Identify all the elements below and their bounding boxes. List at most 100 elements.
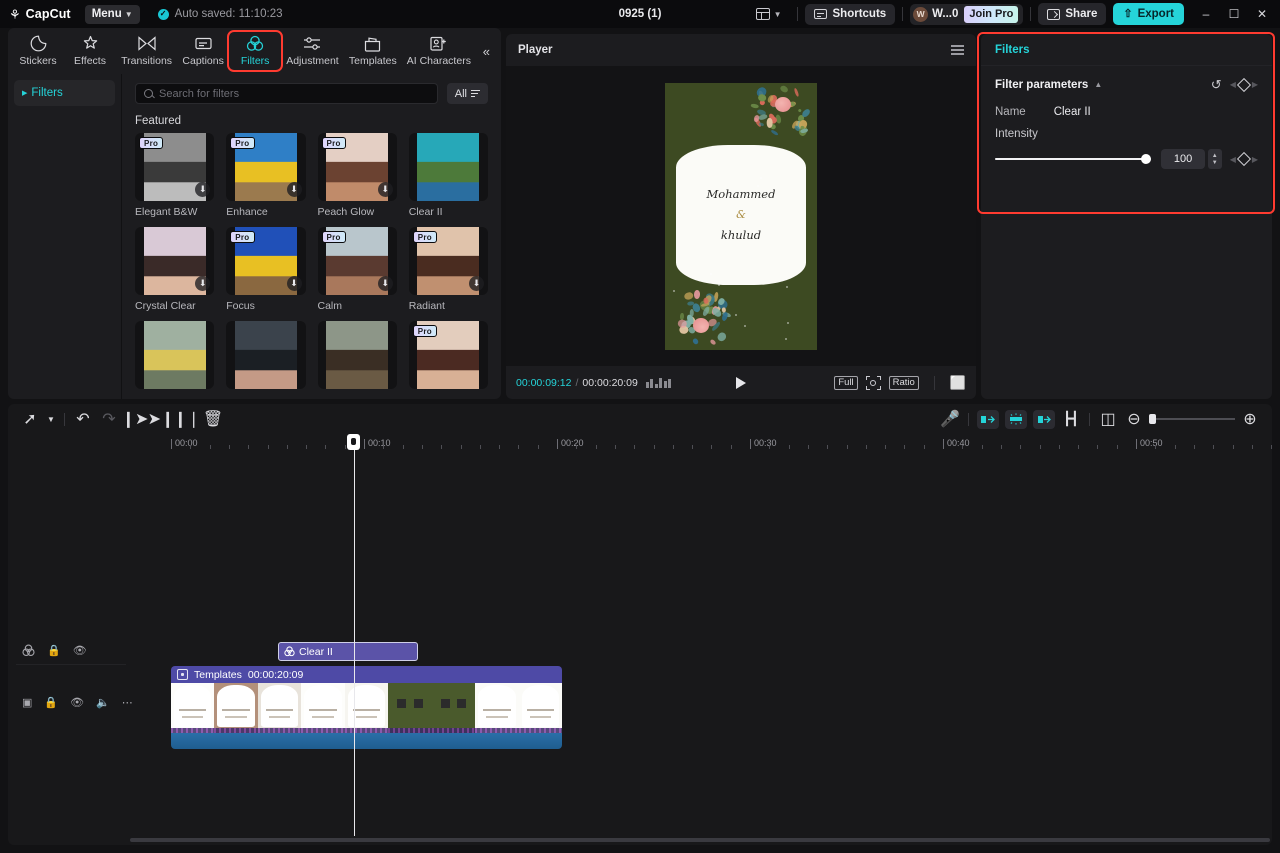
more-icon[interactable]: ⋯: [122, 696, 133, 709]
lock-icon[interactable]: 🔒: [44, 696, 58, 709]
zoom-out-icon[interactable]: ⊖: [1121, 408, 1147, 430]
tab-effects[interactable]: Effects: [64, 32, 116, 70]
video-preview[interactable]: Mohammed & khulud: [665, 83, 817, 350]
filters-icon[interactable]: [22, 644, 35, 657]
account-button[interactable]: W W...0 Join Pro: [910, 4, 1023, 25]
filter-thumbnail[interactable]: Pro⬇: [226, 227, 305, 295]
download-icon[interactable]: ⬇: [287, 276, 302, 291]
zoom-in-icon[interactable]: ⊕: [1237, 408, 1263, 430]
filter-thumbnail[interactable]: ⬇: [135, 227, 214, 295]
timeline-horizontal-scrollbar[interactable]: [130, 838, 1270, 842]
filter-item[interactable]: Clear II: [409, 133, 488, 218]
menu-button[interactable]: Menu ▼: [85, 5, 140, 24]
filter-item[interactable]: Pro⬇Elegant B&W: [135, 133, 214, 218]
keyframe-icon[interactable]: [1237, 152, 1251, 166]
full-quality-button[interactable]: Full: [834, 376, 857, 390]
zoom-preview-icon[interactable]: [866, 376, 881, 390]
undo-icon[interactable]: ↶: [70, 408, 96, 430]
trash-icon[interactable]: 🗑: [200, 408, 226, 430]
filter-thumbnail[interactable]: [135, 321, 214, 389]
filter-item[interactable]: Pro⬇Calm: [318, 227, 397, 312]
player-menu-icon[interactable]: [951, 45, 964, 55]
intensity-stepper[interactable]: ▲▼: [1208, 149, 1222, 169]
filter-item[interactable]: Pro⬇Radiant: [409, 227, 488, 312]
tab-templates[interactable]: Templates: [344, 32, 402, 70]
search-box[interactable]: [135, 83, 438, 104]
filter-clip[interactable]: Clear II: [278, 642, 418, 661]
layout-switch-button[interactable]: ▼: [748, 4, 790, 24]
timecode-format-icon[interactable]: [646, 378, 672, 388]
filter-item[interactable]: Pro: [409, 321, 488, 389]
video-icon[interactable]: ▣: [22, 696, 32, 709]
sidebar-item-filters[interactable]: ▶ Filters: [14, 80, 115, 106]
tab-adjustment[interactable]: Adjustment: [281, 32, 344, 70]
filter-thumbnail[interactable]: [226, 321, 305, 389]
filter-thumbnail[interactable]: Pro⬇: [409, 227, 488, 295]
keyframe-prev-icon[interactable]: ◀: [1230, 80, 1236, 89]
maximize-button[interactable]: ☐: [1220, 0, 1248, 28]
filter-thumbnail[interactable]: Pro⬇: [135, 133, 214, 201]
filter-item[interactable]: [135, 321, 214, 389]
download-icon[interactable]: ⬇: [287, 182, 302, 197]
download-icon[interactable]: ⬇: [378, 276, 393, 291]
tab-ai-characters[interactable]: AI Characters: [402, 32, 476, 70]
intensity-slider[interactable]: [995, 153, 1149, 166]
keyframe-next-icon[interactable]: ▶: [1252, 80, 1258, 89]
export-button[interactable]: ⇧ Export: [1113, 3, 1184, 25]
filter-thumbnail[interactable]: Pro: [409, 321, 488, 389]
mirror-icon[interactable]: [977, 410, 999, 429]
share-button[interactable]: Share: [1038, 3, 1106, 25]
filter-item[interactable]: Pro⬇Enhance: [226, 133, 305, 218]
shortcuts-button[interactable]: Shortcuts: [805, 4, 896, 25]
slider-knob[interactable]: [1141, 154, 1151, 164]
minimize-button[interactable]: –: [1192, 0, 1220, 28]
tab-stickers[interactable]: Stickers: [12, 32, 64, 70]
freeze-icon[interactable]: ┣┫: [1058, 408, 1084, 430]
download-icon[interactable]: ⬇: [195, 182, 210, 197]
close-button[interactable]: ✕: [1248, 0, 1276, 28]
keyframe-next-icon[interactable]: ▶: [1252, 155, 1258, 164]
cursor-icon[interactable]: ➚: [17, 408, 43, 430]
tab-transitions[interactable]: Transitions: [116, 32, 177, 70]
filter-thumbnail[interactable]: [409, 133, 488, 201]
filter-thumbnail[interactable]: Pro⬇: [318, 227, 397, 295]
filter-item[interactable]: ⬇Crystal Clear: [135, 227, 214, 312]
reset-icon[interactable]: ↺: [1211, 78, 1222, 91]
tab-filters[interactable]: Filters: [229, 32, 281, 70]
redo-icon[interactable]: ↷: [96, 408, 122, 430]
lock-icon[interactable]: 🔒: [47, 644, 61, 657]
chevron-up-icon[interactable]: ▲: [1094, 80, 1102, 89]
download-icon[interactable]: ⬇: [469, 276, 484, 291]
filter-item[interactable]: Pro⬇Focus: [226, 227, 305, 312]
fullscreen-icon[interactable]: ⬜: [950, 375, 966, 391]
search-input[interactable]: [159, 88, 429, 100]
play-button[interactable]: [736, 377, 746, 389]
eye-icon[interactable]: 👁: [70, 696, 84, 709]
main-video-clip[interactable]: Templates 00:00:20:09: [171, 666, 562, 749]
auto-cut-icon[interactable]: [1005, 410, 1027, 429]
trim-left-icon[interactable]: ➤❙: [148, 408, 174, 430]
trim-right-icon[interactable]: ❙❘: [174, 408, 200, 430]
collapse-panel-button[interactable]: «: [476, 40, 497, 62]
split-icon[interactable]: ❙➤: [122, 408, 148, 430]
filter-item[interactable]: [226, 321, 305, 389]
download-icon[interactable]: ⬇: [378, 182, 393, 197]
download-icon[interactable]: ⬇: [195, 276, 210, 291]
crop-icon[interactable]: [1033, 410, 1055, 429]
microphone-icon[interactable]: 🎤: [937, 408, 963, 430]
join-pro-button[interactable]: Join Pro: [964, 6, 1018, 23]
tab-captions[interactable]: Captions: [177, 32, 229, 70]
chevron-down-icon[interactable]: ▼: [43, 408, 59, 430]
filter-item[interactable]: Pro⬇Peach Glow: [318, 133, 397, 218]
filter-item[interactable]: [318, 321, 397, 389]
filter-thumbnail[interactable]: Pro⬇: [226, 133, 305, 201]
keyframe-prev-icon[interactable]: ◀: [1230, 155, 1236, 164]
volume-icon[interactable]: 🔈: [96, 696, 110, 709]
ratio-button[interactable]: Ratio: [889, 376, 919, 390]
filter-thumbnail[interactable]: Pro⬇: [318, 133, 397, 201]
zoom-slider[interactable]: [1149, 418, 1235, 420]
filter-thumbnail[interactable]: [318, 321, 397, 389]
measure-icon[interactable]: ◫: [1095, 408, 1121, 430]
keyframe-icon[interactable]: [1237, 77, 1251, 91]
all-filter-button[interactable]: All: [447, 83, 488, 104]
